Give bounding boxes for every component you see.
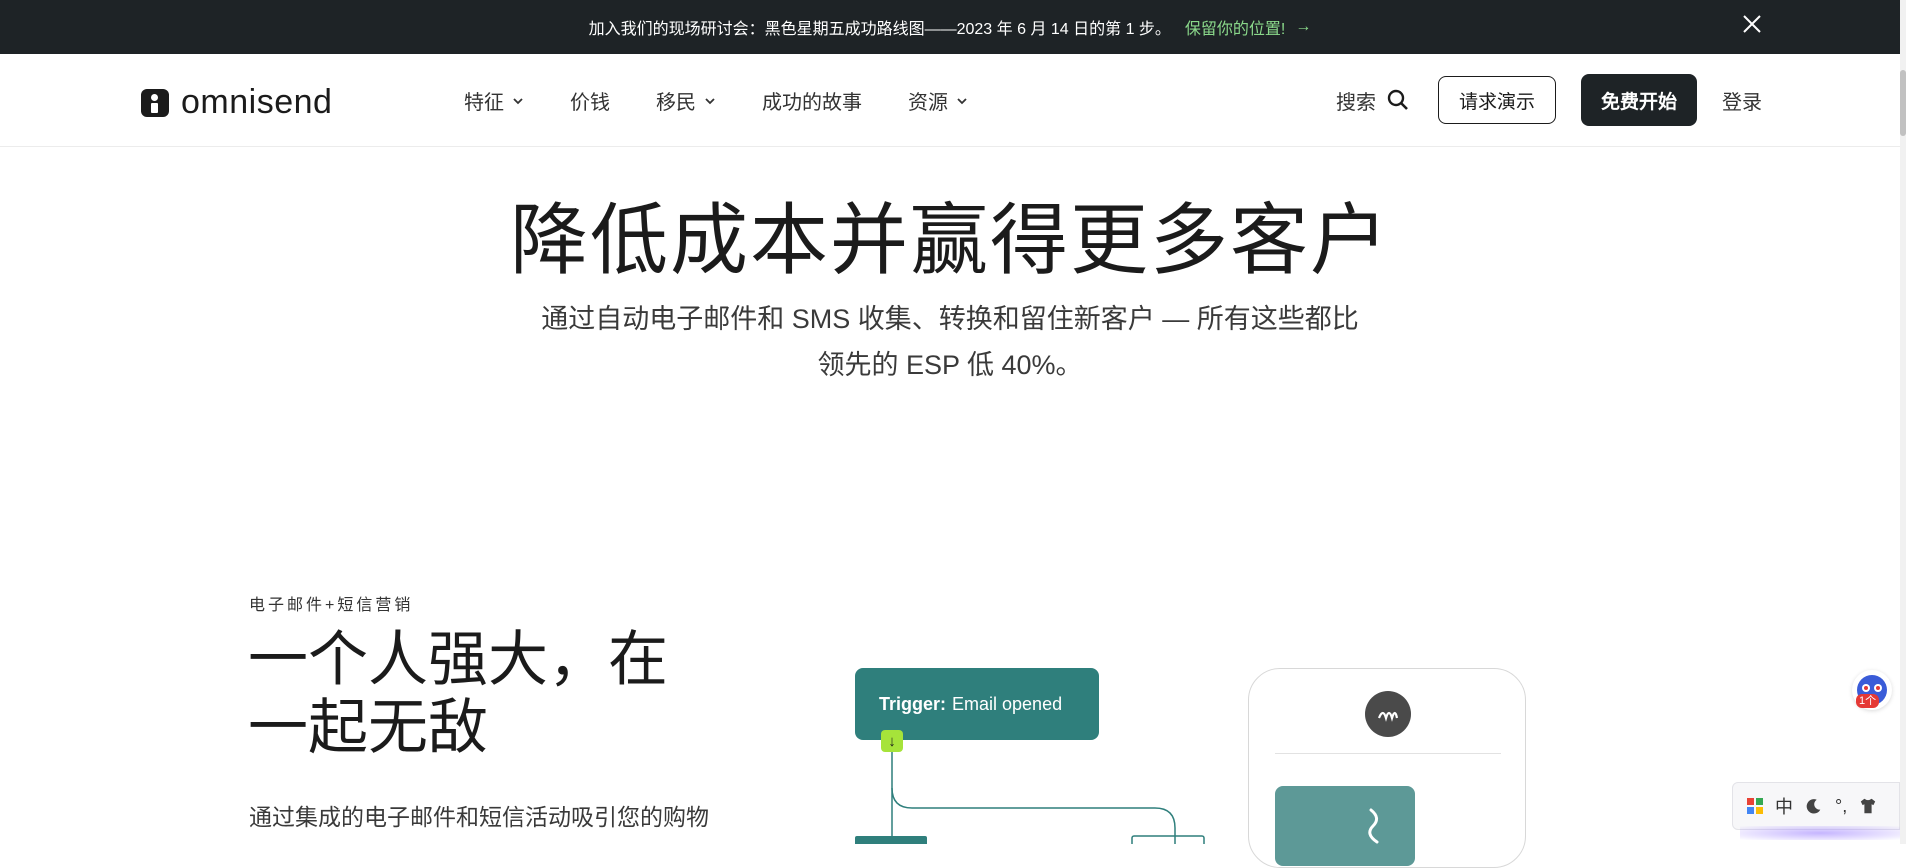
- announcement-bar: 加入我们的现场研讨会：黑色星期五成功路线图——2023 年 6 月 14 日的第…: [0, 0, 1900, 54]
- nav-item-pricing[interactable]: 价钱: [570, 86, 610, 115]
- announcement-message: 加入我们的现场研讨会：黑色星期五成功路线图——2023 年 6 月 14 日的第…: [588, 21, 1171, 38]
- nav-item-migration[interactable]: 移民: [656, 86, 716, 115]
- flow-connector: [855, 752, 1205, 844]
- search-icon: [1387, 89, 1408, 110]
- section-eyebrow: 电子邮件+短信营销: [249, 597, 414, 614]
- chevron-down-icon: [957, 97, 967, 104]
- section-body: 通过集成的电子邮件和短信活动吸引您的购物: [249, 804, 709, 830]
- hero-subtitle: 通过自动电子邮件和 SMS 收集、转换和留住新客户 — 所有这些都比领先的 ES…: [541, 304, 1359, 380]
- chevron-down-icon: [513, 97, 523, 104]
- omnisend-logo[interactable]: omnisend: [141, 83, 332, 122]
- squiggle-icon: [1368, 808, 1379, 844]
- announcement-cta-link[interactable]: 保留你的位置!: [1185, 15, 1285, 39]
- moon-icon[interactable]: [1805, 797, 1823, 815]
- nav-item-label: 资源: [908, 92, 948, 114]
- site-header: omnisend 特征 价钱 移民 成功的故事 资源 搜索 请求演示 免费开始 …: [0, 54, 1900, 147]
- nav-item-label: 价钱: [570, 92, 610, 114]
- phone-divider: [1275, 753, 1501, 754]
- request-demo-button[interactable]: 请求演示: [1438, 76, 1556, 124]
- close-icon[interactable]: [1740, 12, 1764, 36]
- phone-mockup: [1248, 668, 1526, 868]
- hero-title: 降低成本并赢得更多客户: [509, 196, 1390, 284]
- ime-toolbar[interactable]: 中 °,: [1732, 782, 1900, 830]
- ime-language-toggle[interactable]: 中: [1775, 793, 1793, 819]
- login-link[interactable]: 登录: [1722, 86, 1762, 115]
- nav-item-label: 移民: [656, 92, 696, 114]
- logo-mark-icon: [141, 88, 169, 117]
- app-grid-icon[interactable]: [1747, 798, 1763, 814]
- punctuation-toggle[interactable]: °,: [1835, 796, 1847, 817]
- shirt-icon[interactable]: [1859, 797, 1877, 815]
- brand-avatar-icon: [1365, 691, 1411, 737]
- section-title: 一个人强大，在一起无敌: [248, 626, 668, 761]
- chevron-down-icon: [705, 97, 715, 104]
- nav-item-success-stories[interactable]: 成功的故事: [762, 86, 862, 115]
- message-card: [1275, 786, 1415, 866]
- start-free-button[interactable]: 免费开始: [1581, 74, 1697, 126]
- main-nav: 特征 价钱 移民 成功的故事 资源: [464, 86, 968, 115]
- logo-text: omnisend: [181, 83, 333, 121]
- trigger-value: Email opened: [952, 693, 1063, 714]
- page-scrollbar[interactable]: [1900, 0, 1906, 844]
- trigger-label: Trigger:: [879, 693, 947, 714]
- arrow-down-icon: ↓: [881, 730, 903, 752]
- scrollbar-thumb[interactable]: [1900, 70, 1906, 136]
- notification-badge: 1个: [1856, 694, 1880, 708]
- header-actions: 搜索 请求演示 免费开始 登录: [1336, 74, 1762, 126]
- nav-item-features[interactable]: 特征: [464, 86, 524, 115]
- nav-item-label: 成功的故事: [762, 92, 862, 114]
- nav-item-label: 特征: [464, 92, 504, 114]
- ime-glow: [1740, 826, 1900, 840]
- nav-item-resources[interactable]: 资源: [908, 86, 968, 115]
- search-button[interactable]: 搜索: [1336, 86, 1410, 115]
- search-label: 搜索: [1336, 91, 1376, 114]
- arrow-right-icon[interactable]: →: [1295, 18, 1311, 36]
